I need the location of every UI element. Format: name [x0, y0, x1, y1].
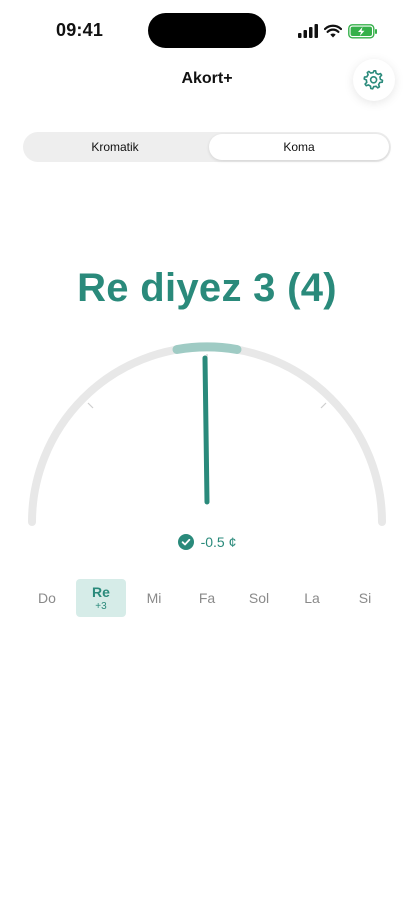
- note-label: Si: [358, 590, 372, 606]
- tuner-gauge: [28, 342, 386, 526]
- mode-segmented-control: Kromatik Koma: [23, 132, 391, 162]
- gear-icon: [363, 70, 384, 90]
- note-do[interactable]: Do: [22, 579, 72, 617]
- note-re[interactable]: Re +3: [76, 579, 126, 617]
- note-fa[interactable]: Fa: [182, 579, 232, 617]
- status-bar: 09:41: [0, 0, 414, 60]
- note-sol[interactable]: Sol: [234, 579, 284, 617]
- note-label: La: [304, 590, 320, 606]
- note-label: Re: [92, 584, 110, 600]
- note-label: Fa: [198, 590, 216, 606]
- status-icons: [298, 22, 378, 40]
- cents-value: -0.5 ¢: [200, 534, 237, 550]
- note-la[interactable]: La: [287, 579, 337, 617]
- note-label: Do: [38, 590, 56, 606]
- check-circle-icon: [177, 534, 194, 550]
- gauge-tick-left: [87, 402, 94, 409]
- note-label: Sol: [248, 590, 270, 606]
- wifi-icon: [324, 24, 342, 38]
- signal-icon: [298, 24, 318, 38]
- battery-charging-icon: [348, 23, 377, 39]
- note-selector: Do Re +3 Mi Fa Sol La Si: [22, 579, 392, 617]
- dynamic-island: [148, 13, 266, 48]
- gauge-tick-right: [320, 402, 327, 409]
- cents-readout: -0.5 ¢: [0, 534, 414, 550]
- note-label: Mi: [146, 590, 162, 606]
- gauge-needle: [202, 355, 210, 505]
- note-mi[interactable]: Mi: [129, 579, 179, 617]
- note-offset: +3: [95, 601, 107, 612]
- segment-kromatik[interactable]: Kromatik: [25, 134, 205, 160]
- app-title: Akort+: [181, 70, 233, 87]
- segment-koma[interactable]: Koma: [209, 134, 389, 160]
- detected-note-label: Re diyez 3 (4): [77, 266, 337, 310]
- settings-button[interactable]: [353, 59, 395, 101]
- note-si[interactable]: Si: [340, 579, 390, 617]
- gauge-in-tune-zone: [172, 342, 242, 354]
- status-time: 09:41: [56, 20, 104, 40]
